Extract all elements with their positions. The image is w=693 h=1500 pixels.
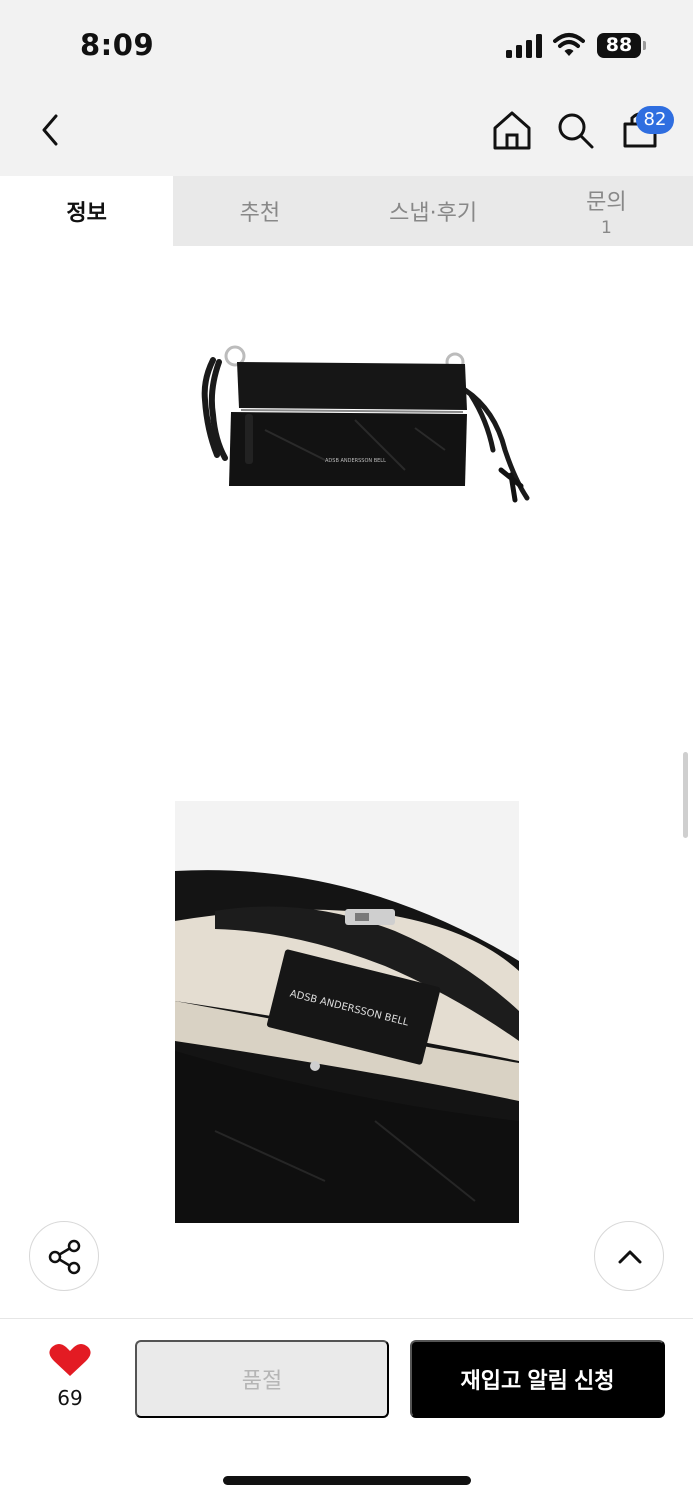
tab-inquiry[interactable]: 문의 1 [520,176,693,246]
scroll-to-top-button[interactable] [594,1221,664,1291]
share-button[interactable] [29,1221,99,1291]
tab-inquiry-count: 1 [600,218,612,238]
cellular-signal-icon [506,34,542,58]
status-time: 8:09 [80,28,155,62]
heart-icon [49,1344,91,1376]
tab-label: 정보 [66,201,107,226]
soldout-button[interactable]: 품절 [135,1340,389,1418]
scrollbar[interactable] [683,752,688,838]
home-icon[interactable] [490,108,534,152]
chevron-up-icon [618,1250,642,1264]
search-icon[interactable] [555,110,595,150]
header: 8:09 88 82 [0,0,693,176]
wifi-icon [553,33,585,56]
product-tabs: 정보 추천 스냅·후기 문의 1 [0,176,693,246]
back-arrow-icon[interactable] [30,110,70,150]
tab-label: 추천 [239,201,281,226]
battery-icon: 88 [597,33,647,59]
tab-info[interactable]: 정보 [0,176,174,246]
tab-snap-review[interactable]: 스냅·후기 [347,176,520,246]
like-button[interactable]: 69 [40,1340,100,1410]
tab-recommend[interactable]: 추천 [173,176,346,246]
tab-label: 스냅·후기 [389,201,478,226]
cart-count-badge[interactable]: 82 [636,106,674,134]
battery-level: 88 [597,33,641,58]
product-image-bag-inside: ADSB ANDERSSON BELL [175,801,519,1223]
home-indicator [223,1476,471,1485]
like-count: 69 [57,1386,83,1410]
product-image-bag-front: ADSB ANDERSSON BELL [201,345,530,503]
restock-alert-button[interactable]: 재입고 알림 신청 [410,1340,665,1418]
tab-label: 문의 [586,190,627,215]
bag-brand-print: ADSB ANDERSSON BELL [325,458,386,464]
share-icon [48,1239,81,1275]
